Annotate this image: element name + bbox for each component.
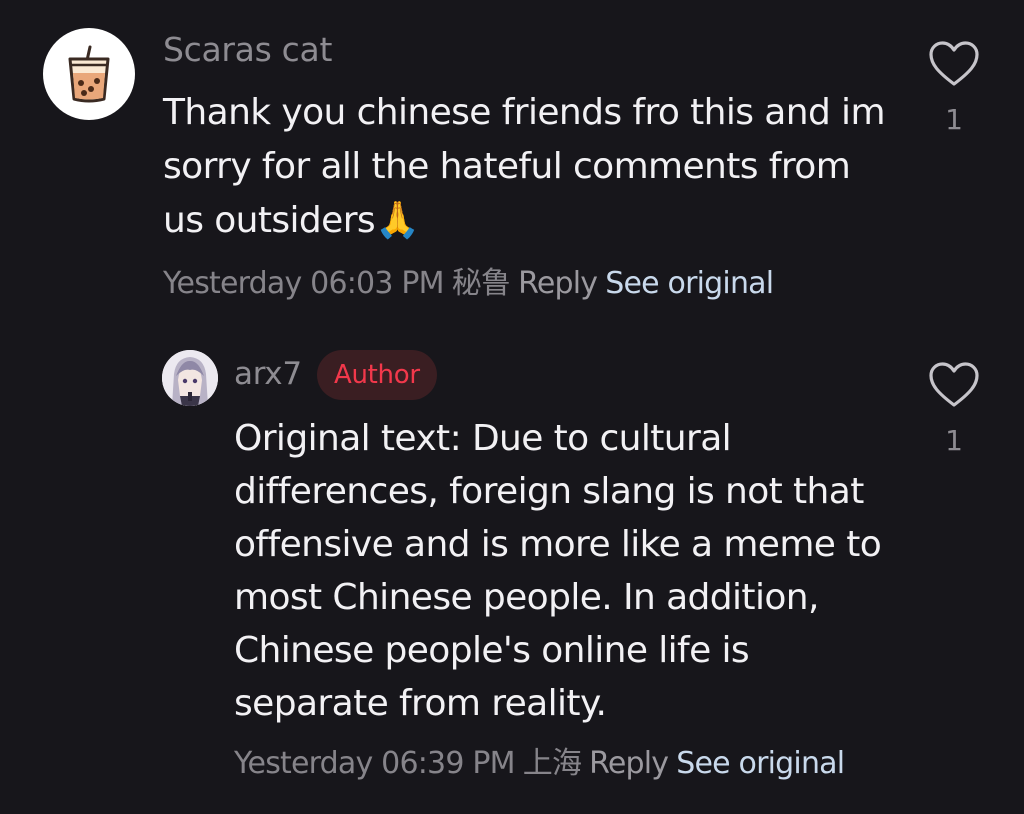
comment-timestamp: Yesterday 06:03 PM	[163, 266, 445, 301]
bubble-tea-icon	[68, 45, 110, 103]
like-count: 1	[945, 103, 963, 136]
reply-text: Original text: Due to cultural differenc…	[234, 418, 882, 724]
heart-icon	[929, 41, 979, 86]
comment-username[interactable]: Scaras cat	[163, 30, 332, 70]
reply-button[interactable]: Reply	[518, 266, 598, 301]
reply-button[interactable]: Reply	[589, 746, 669, 781]
anime-character-avatar	[162, 350, 218, 406]
see-original-link[interactable]: See original	[676, 746, 845, 781]
comment-thread: Scaras cat Thank you chinese friends fro…	[0, 0, 1024, 814]
author-badge: Author	[317, 350, 437, 400]
like-button[interactable]	[924, 36, 984, 92]
comment-meta: Yesterday 06:03 PM 秘鲁 Reply See original	[163, 262, 774, 306]
avatar[interactable]	[162, 350, 218, 406]
reply-timestamp: Yesterday 06:39 PM	[234, 746, 516, 781]
comment-text: Thank you chinese friends fro this and i…	[163, 92, 886, 241]
avatar[interactable]	[43, 28, 135, 120]
comment-location: 秘鲁	[451, 266, 511, 301]
see-original-link[interactable]: See original	[605, 266, 774, 301]
reply-location: 上海	[522, 746, 582, 781]
reply-comment: arx7 Author Original text: Due to cultur…	[0, 330, 1024, 814]
like-button[interactable]	[924, 357, 984, 413]
reply-meta: Yesterday 06:39 PM 上海 Reply See original	[234, 742, 845, 786]
reply-username[interactable]: arx7	[234, 354, 302, 394]
like-count: 1	[945, 424, 963, 457]
heart-icon	[929, 362, 979, 407]
comment: Scaras cat Thank you chinese friends fro…	[0, 0, 1024, 330]
